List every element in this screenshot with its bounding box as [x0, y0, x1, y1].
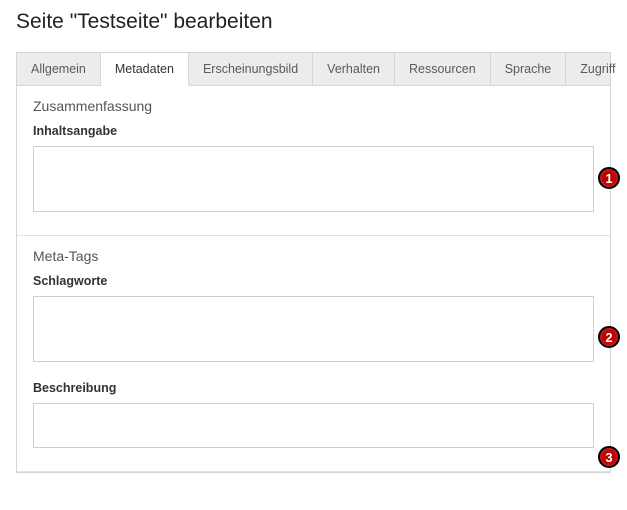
annotation-number: 3: [605, 450, 612, 465]
label-inhaltsangabe: Inhaltsangabe: [33, 124, 594, 138]
tab-erscheinungsbild[interactable]: Erscheinungsbild: [189, 53, 313, 85]
annotation-marker-3: 3: [598, 446, 620, 468]
field-beschreibung: Beschreibung: [33, 381, 594, 453]
tab-zugriff[interactable]: Zugriff: [566, 53, 627, 85]
section-summary: Zusammenfassung Inhaltsangabe: [17, 86, 610, 236]
input-schlagworte[interactable]: [33, 296, 594, 362]
field-schlagworte: Schlagworte: [33, 274, 594, 367]
tab-allgemein[interactable]: Allgemein: [17, 53, 101, 85]
annotation-marker-1: 1: [598, 167, 620, 189]
tab-bar: Allgemein Metadaten Erscheinungsbild Ver…: [17, 53, 610, 86]
tab-container: Allgemein Metadaten Erscheinungsbild Ver…: [16, 52, 611, 473]
section-title-metatags: Meta-Tags: [33, 248, 594, 264]
section-title-summary: Zusammenfassung: [33, 98, 594, 114]
tab-metadaten[interactable]: Metadaten: [101, 53, 189, 86]
annotation-number: 1: [605, 171, 612, 186]
input-inhaltsangabe[interactable]: [33, 146, 594, 212]
label-beschreibung: Beschreibung: [33, 381, 594, 395]
page-title: Seite "Testseite" bearbeiten: [16, 10, 611, 34]
tab-verhalten[interactable]: Verhalten: [313, 53, 395, 85]
annotation-number: 2: [605, 330, 612, 345]
tab-sprache[interactable]: Sprache: [491, 53, 567, 85]
tab-ressourcen[interactable]: Ressourcen: [395, 53, 491, 85]
section-metatags: Meta-Tags Schlagworte Beschreibung: [17, 236, 610, 472]
label-schlagworte: Schlagworte: [33, 274, 594, 288]
annotation-marker-2: 2: [598, 326, 620, 348]
field-inhaltsangabe: Inhaltsangabe: [33, 124, 594, 217]
input-beschreibung[interactable]: [33, 403, 594, 448]
